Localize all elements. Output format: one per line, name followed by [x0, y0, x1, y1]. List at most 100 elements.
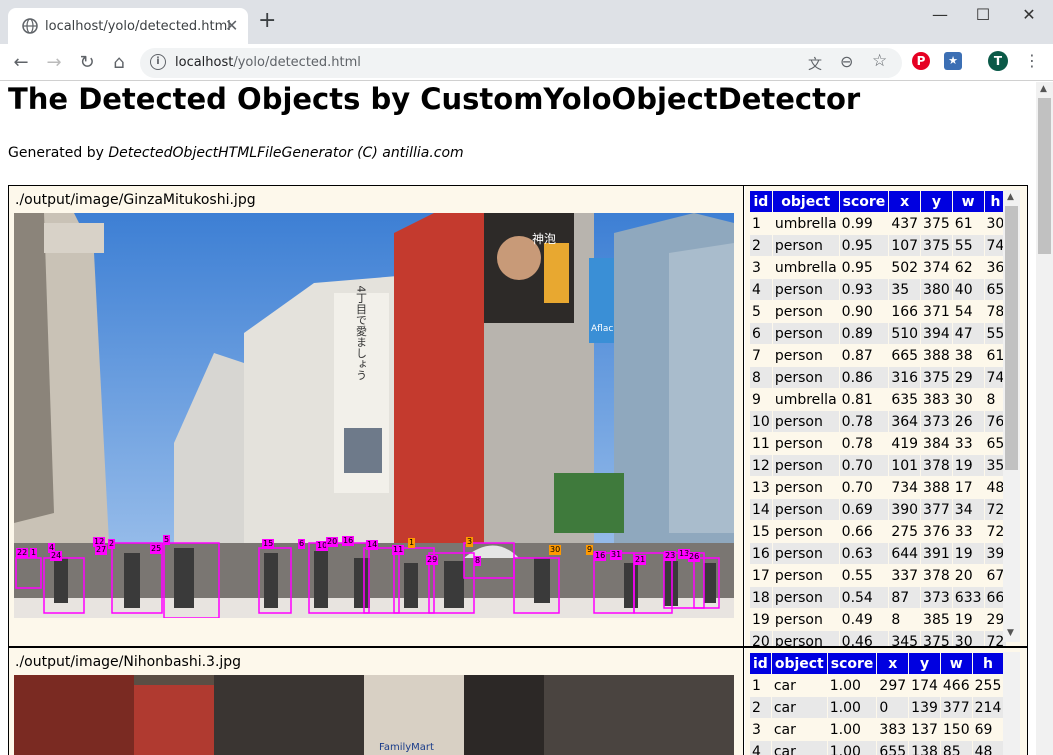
table-scrollbar-1[interactable]: ▲ ▼ — [1003, 190, 1020, 642]
cell-w: 40 — [952, 279, 984, 300]
cell-id: 13 — [750, 477, 772, 498]
cell-object: person — [772, 455, 839, 476]
cell-score: 1.00 — [827, 697, 877, 718]
table-row: 5 person 0.90 166 371 54 78 — [750, 301, 1007, 322]
cell-y: 174 — [909, 675, 940, 696]
column-header-object: object — [772, 191, 839, 212]
page-scrollbar[interactable]: ▲ — [1036, 82, 1053, 755]
cell-x: 635 — [889, 389, 921, 410]
table-scroll-thumb-1[interactable] — [1005, 206, 1018, 470]
detection-panel-1: ./output/image/GinzaMitukoshi.jpg 4丁目で愛ま… — [8, 185, 1028, 647]
minimize-button[interactable]: — — [925, 5, 955, 29]
back-button[interactable]: ← — [8, 50, 34, 76]
detections-table-2: id object score x y w h 1 car 1.00 297 174 466 255 2 c… — [749, 652, 1004, 755]
table-scrollbar-2[interactable] — [1003, 652, 1020, 755]
home-icon[interactable]: ⌂ — [106, 50, 132, 76]
image-path-2: ./output/image/Nihonbashi.3.jpg — [15, 654, 242, 670]
table-row: 14 person 0.69 390 377 34 72 — [750, 499, 1007, 520]
detection-label-tag: 23 — [664, 551, 677, 561]
generated-prefix: Generated by — [8, 145, 109, 161]
cell-object: person — [772, 235, 839, 256]
cell-score: 0.49 — [839, 609, 889, 630]
column-header-id: id — [750, 653, 771, 674]
table-row: 19 person 0.49 8 385 19 29 — [750, 609, 1007, 630]
detection-label-tag: 3 — [466, 537, 474, 547]
cell-y: 394 — [921, 323, 952, 344]
cell-score: 0.70 — [839, 477, 889, 498]
site-info-icon[interactable]: i — [150, 54, 166, 70]
cell-y: 378 — [921, 455, 952, 476]
forward-button[interactable]: → — [41, 50, 67, 76]
address-bar[interactable]: i localhost/yolo/detected.html 文 ⊖ ☆ — [140, 48, 902, 78]
page-scroll-up-icon[interactable]: ▲ — [1040, 84, 1047, 94]
scroll-up-icon[interactable]: ▲ — [1007, 192, 1014, 202]
cell-score: 0.54 — [839, 587, 889, 608]
cell-score: 0.55 — [839, 565, 889, 586]
cell-object: person — [772, 609, 839, 630]
cell-y: 375 — [921, 631, 952, 646]
table-row: 17 person 0.55 337 378 20 67 — [750, 565, 1007, 586]
cell-score: 0.87 — [839, 345, 889, 366]
image-cell-1: ./output/image/GinzaMitukoshi.jpg 4丁目で愛ま… — [9, 186, 744, 646]
cell-y: 380 — [921, 279, 952, 300]
cell-y: 375 — [921, 235, 952, 256]
cell-id: 1 — [750, 675, 771, 696]
translate-icon[interactable]: 文 — [808, 54, 822, 74]
scroll-down-icon[interactable]: ▼ — [1007, 628, 1014, 638]
cell-y: 375 — [921, 213, 952, 234]
cell-object: person — [772, 565, 839, 586]
cell-id: 18 — [750, 587, 772, 608]
cell-w: 150 — [940, 719, 972, 740]
tab-close-icon[interactable]: ✕ — [225, 16, 238, 35]
cell-score: 0.89 — [839, 323, 889, 344]
bookmark-star-icon[interactable]: ☆ — [872, 51, 887, 71]
detection-label-tag: 22 — [16, 548, 29, 558]
reload-button[interactable]: ↻ — [74, 50, 100, 76]
cell-id: 3 — [750, 719, 771, 740]
cell-object: person — [772, 323, 839, 344]
cell-y: 374 — [921, 257, 952, 278]
profile-avatar[interactable]: T — [988, 51, 1008, 71]
cell-score: 0.66 — [839, 521, 889, 542]
table-row: 6 person 0.89 510 394 47 55 — [750, 323, 1007, 344]
cell-y: 138 — [909, 741, 940, 755]
cell-score: 0.95 — [839, 235, 889, 256]
detection-label-tag: 9 — [586, 545, 594, 555]
cell-x: 390 — [889, 499, 921, 520]
cell-score: 0.69 — [839, 499, 889, 520]
image-path-1: ./output/image/GinzaMitukoshi.jpg — [15, 192, 256, 208]
cell-x: 0 — [877, 697, 909, 718]
column-header-y: y — [921, 191, 952, 212]
generated-by-line: Generated by DetectedObjectHTMLFileGener… — [8, 145, 464, 161]
cell-score: 0.46 — [839, 631, 889, 646]
browser-tab[interactable]: localhost/yolo/detected.html ✕ — [8, 8, 248, 44]
new-tab-button[interactable]: + — [258, 10, 276, 32]
cell-object: person — [772, 543, 839, 564]
url-host: localhost — [175, 55, 234, 70]
cell-id: 16 — [750, 543, 772, 564]
maximize-button[interactable]: ☐ — [968, 5, 998, 29]
extension-icon[interactable]: ★ — [944, 52, 962, 70]
cell-score: 0.78 — [839, 411, 889, 432]
table-row: 11 person 0.78 419 384 33 65 — [750, 433, 1007, 454]
cell-x: 87 — [889, 587, 921, 608]
menu-kebab-icon[interactable]: ⋮ — [1024, 51, 1040, 70]
cell-id: 2 — [750, 235, 772, 256]
cell-x: 35 — [889, 279, 921, 300]
cell-w: 19 — [952, 543, 984, 564]
table-row: 8 person 0.86 316 375 29 74 — [750, 367, 1007, 388]
page-scroll-thumb[interactable] — [1038, 98, 1051, 254]
detection-label-tag: 8 — [474, 556, 482, 566]
globe-icon — [22, 18, 38, 34]
cell-x: 345 — [889, 631, 921, 646]
detection-label-tag: 16 — [342, 536, 355, 546]
page-title: The Detected Objects by CustomYoloObject… — [8, 82, 861, 116]
column-header-x: x — [889, 191, 921, 212]
pinterest-extension-icon[interactable]: P — [912, 52, 930, 70]
detections-table-1: id object score x y w h 1 umbrella 0.99 437 375 61 3… — [749, 190, 1007, 646]
page-content: The Detected Objects by CustomYoloObject… — [0, 82, 1036, 755]
close-window-button[interactable]: ✕ — [1014, 5, 1044, 29]
cell-object: umbrella — [772, 213, 839, 234]
zoom-icon[interactable]: ⊖ — [840, 52, 853, 71]
cell-x: 510 — [889, 323, 921, 344]
